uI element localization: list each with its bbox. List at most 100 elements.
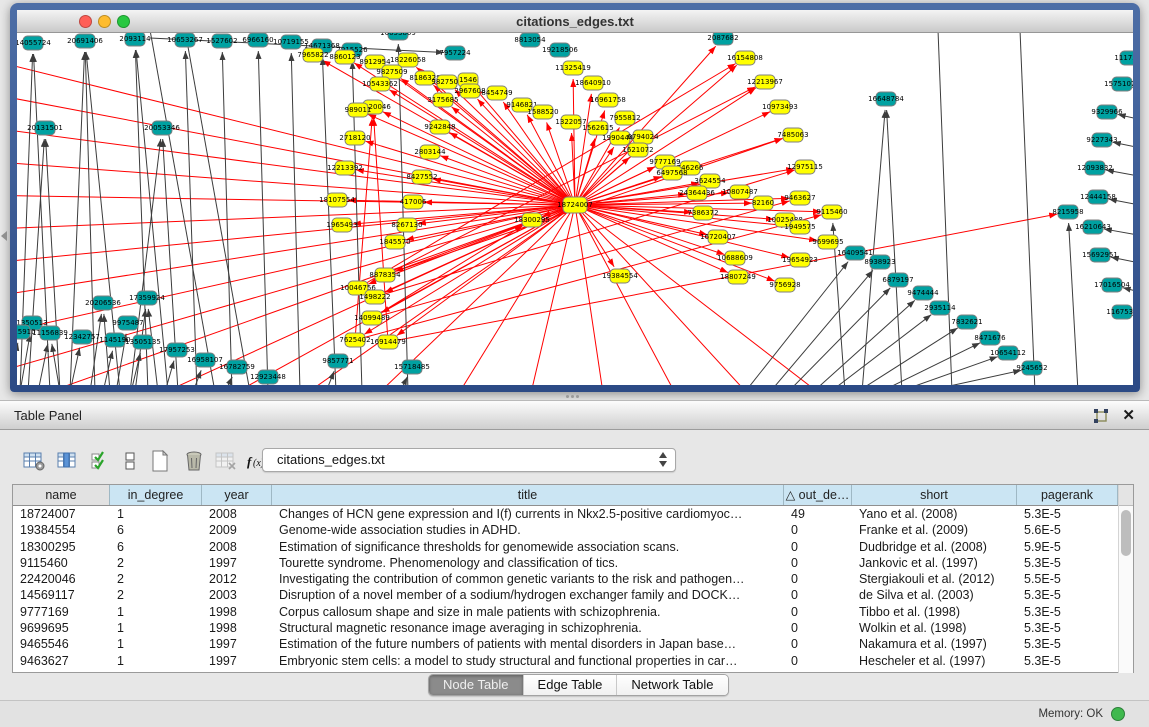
table-selector-dropdown[interactable]: citations_edges.txt	[262, 448, 676, 472]
graph-node[interactable]: 6497568	[656, 166, 687, 180]
graph-node[interactable]: 14055724	[17, 36, 51, 50]
column-header-pagerank[interactable]: pagerank	[1017, 485, 1118, 505]
tab-network-table[interactable]: Network Table	[617, 675, 727, 695]
panel-divider-handle[interactable]	[566, 395, 584, 399]
graph-node[interactable]: 6966160	[242, 33, 273, 47]
graph-node[interactable]: 1562615	[582, 121, 613, 135]
graph-node[interactable]: 1621072	[622, 143, 653, 157]
graph-node[interactable]: 989011	[345, 103, 372, 117]
graph-node[interactable]: 8938923	[864, 255, 895, 269]
graph-node[interactable]: 9699695	[812, 235, 843, 249]
graph-node[interactable]: 1588520	[527, 105, 558, 119]
column-header-title[interactable]: title	[272, 485, 784, 505]
float-panel-icon[interactable]	[1093, 408, 1109, 424]
table-row[interactable]: 911546021997Tourette syndrome. Phenomeno…	[13, 555, 1133, 571]
graph-node[interactable]: 2935114	[924, 301, 956, 315]
graph-node[interactable]: 6879197	[882, 273, 913, 287]
graph-node[interactable]: 19654923	[782, 253, 818, 267]
graph-node[interactable]: 15718485	[394, 360, 430, 374]
table-row[interactable]: 946554611997Estimation of the future num…	[13, 636, 1133, 652]
graph-node[interactable]: 8813054	[514, 33, 546, 47]
graph-node[interactable]: 10653267	[167, 33, 203, 47]
graph-node[interactable]: 7832621	[951, 315, 982, 329]
graph-node[interactable]: 7625402	[339, 333, 370, 347]
table-settings-icon[interactable]	[20, 447, 47, 474]
graph-node[interactable]: 417006	[400, 195, 427, 209]
graph-node[interactable]: 16961758	[590, 93, 626, 107]
graph-node[interactable]: 1965493	[326, 218, 357, 232]
graph-node[interactable]: 16958107	[187, 353, 223, 367]
graph-node[interactable]: 11156839	[32, 326, 68, 340]
graph-node[interactable]: 10807487	[722, 185, 758, 199]
graph-node[interactable]: 10973493	[762, 100, 798, 114]
show-columns-icon[interactable]	[54, 447, 81, 474]
graph-node[interactable]: 9857771	[322, 354, 353, 368]
graph-node[interactable]: 9245652	[1016, 361, 1047, 375]
graph-node[interactable]: 19218506	[542, 43, 578, 57]
tab-edge-table[interactable]: Edge Table	[524, 675, 618, 695]
graph-node[interactable]: 16782759	[219, 360, 255, 374]
graph-node[interactable]: 3175685	[427, 93, 458, 107]
column-header-out_de[interactable]: △ out_de…	[784, 485, 852, 505]
graph-node[interactable]: 18107554	[319, 193, 355, 207]
table-row[interactable]: 1830029562008Estimation of significance …	[13, 539, 1133, 555]
graph-node[interactable]: 16154808	[727, 51, 763, 65]
table-row[interactable]: 977716911998Corpus callosum shape and si…	[13, 604, 1133, 620]
table-row[interactable]: 1938455462009Genome-wide association stu…	[13, 522, 1133, 538]
graph-node[interactable]: 7957224	[439, 46, 471, 60]
graph-node[interactable]: 16053809	[380, 33, 416, 40]
graph-node[interactable]: 24364436	[679, 186, 715, 200]
graph-node[interactable]: 11325419	[555, 61, 591, 75]
graph-node[interactable]: 18807249	[720, 270, 756, 284]
graph-node[interactable]: 8215958	[1052, 205, 1083, 219]
graph-node[interactable]: 9756928	[769, 278, 800, 292]
graph-node[interactable]: 9329966	[1091, 105, 1123, 119]
graph-node[interactable]: 9463627	[784, 191, 815, 205]
graph-node[interactable]: 7386372	[687, 206, 718, 220]
graph-node[interactable]: 9242848	[424, 120, 455, 134]
graph-node[interactable]: 12342757	[64, 330, 100, 344]
column-checklist-icon[interactable]	[86, 447, 113, 474]
graph-node[interactable]: 8878354	[369, 268, 401, 282]
table-row[interactable]: 1872400712008Changes of HCN gene express…	[13, 506, 1133, 522]
graph-node[interactable]: 1117334	[1114, 51, 1133, 65]
graph-node[interactable]: 7965822	[297, 48, 328, 62]
graph-node[interactable]: 18640910	[575, 76, 611, 90]
table-row[interactable]: 946362711997Embryonic stem cells: a mode…	[13, 653, 1133, 669]
graph-node[interactable]: 17016504	[1094, 278, 1130, 292]
graph-node[interactable]: 9227343	[1086, 133, 1117, 147]
graph-node[interactable]: 9474444	[907, 286, 939, 300]
graph-node[interactable]: 19384554	[602, 269, 638, 283]
graph-node[interactable]: 1167531	[1106, 305, 1133, 319]
column-header-in_degree[interactable]: in_degree	[110, 485, 202, 505]
graph-node[interactable]: 20053346	[144, 121, 180, 135]
column-header-name[interactable]: name	[13, 485, 110, 505]
graph-node[interactable]: 2087682	[707, 33, 738, 45]
table-row[interactable]: 2242004622012Investigating the contribut…	[13, 571, 1133, 587]
graph-node[interactable]: 10688609	[717, 251, 753, 265]
graph-node[interactable]: 7485063	[777, 128, 808, 142]
graph-node[interactable]: 20691406	[67, 34, 103, 48]
table-scrollbar[interactable]	[1118, 485, 1133, 673]
graph-node[interactable]: 12093832	[1077, 161, 1113, 175]
network-canvas[interactable]: 1872400714055724206914062093114106532671…	[17, 33, 1133, 385]
delete-table-icon[interactable]	[180, 447, 207, 474]
graph-node[interactable]: 13505135	[125, 335, 161, 349]
graph-node[interactable]: 16720407	[700, 230, 736, 244]
graph-node[interactable]: 12213967	[747, 75, 783, 89]
graph-node[interactable]: 1845570	[379, 235, 410, 249]
graph-node[interactable]: 1949575	[784, 220, 815, 234]
graph-node[interactable]: 8860123	[329, 50, 360, 64]
graph-node[interactable]: 15692951	[1082, 248, 1118, 262]
graph-node[interactable]: 2803144	[414, 145, 446, 159]
graph-node[interactable]: 82160	[752, 196, 774, 210]
graph-node[interactable]: 9975487	[112, 316, 143, 330]
table-row[interactable]: 1456911722003Disruption of a novel membe…	[13, 587, 1133, 603]
graph-node[interactable]: 10543362	[362, 77, 398, 91]
graph-node[interactable]: 16210643	[1075, 220, 1111, 234]
graph-node[interactable]: 9115460	[816, 205, 847, 219]
new-table-icon[interactable]	[146, 447, 173, 474]
graph-node[interactable]: 16648784	[868, 92, 904, 106]
close-panel-icon[interactable]: ✕	[1122, 406, 1135, 424]
graph-node[interactable]: 1527602	[206, 34, 237, 48]
